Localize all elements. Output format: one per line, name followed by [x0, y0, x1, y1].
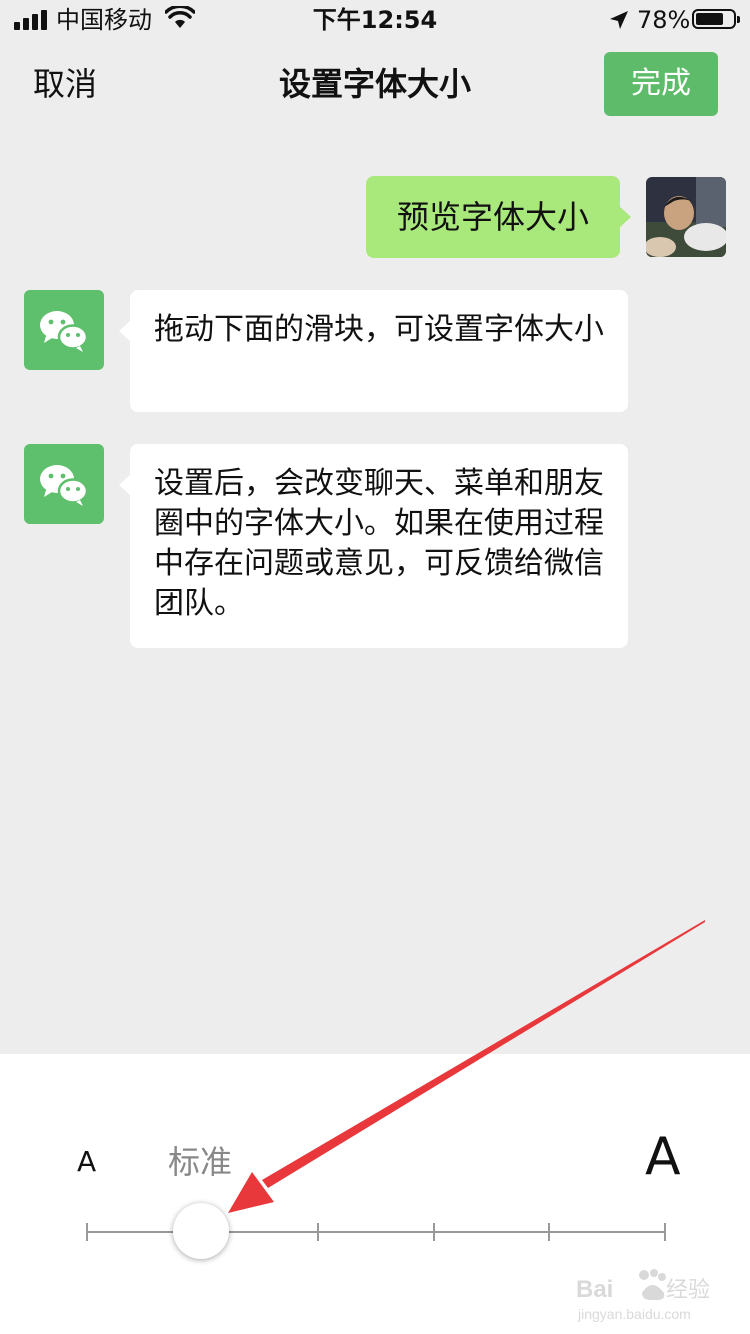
battery-percent: 78%: [637, 6, 691, 34]
done-button[interactable]: 完成: [604, 52, 718, 116]
svg-text:Bai: Bai: [576, 1276, 613, 1303]
location-arrow-icon: [610, 11, 628, 29]
large-font-label: A: [645, 1127, 681, 1187]
slider-tick[interactable]: [433, 1223, 435, 1241]
slider-handle[interactable]: [173, 1203, 229, 1259]
explanation-message-bubble: 设置后，会改变聊天、菜单和朋友圈中的字体大小。如果在使用过程中存在问题或意见，可…: [119, 444, 628, 648]
explanation-message-text: 设置后，会改变聊天、菜单和朋友圈中的字体大小。如果在使用过程中存在问题或意见，可…: [154, 466, 604, 621]
current-size-label: 标准: [168, 1143, 233, 1181]
slider-tick[interactable]: [664, 1223, 666, 1241]
instruction-message-text: 拖动下面的滑块，可设置字体大小: [154, 312, 604, 347]
preview-message-bubble: 预览字体大小: [366, 176, 631, 258]
status-bar: 中国移动 下午12:54 78%: [0, 0, 750, 42]
wechat-avatar: [24, 290, 104, 370]
baidu-watermark-logo: Bai 经验 jingyan.baidu.com: [576, 1269, 710, 1322]
preview-message-text: 预览字体大小: [396, 198, 589, 236]
slider-tick[interactable]: [317, 1223, 319, 1241]
slider-tick[interactable]: [86, 1223, 88, 1241]
battery-icon: [692, 9, 740, 29]
avatar: [646, 177, 726, 257]
wechat-logo-icon: [40, 465, 89, 506]
slider-tick[interactable]: [548, 1223, 550, 1241]
instruction-message-bubble: 拖动下面的滑块，可设置字体大小: [119, 290, 628, 412]
small-font-label: A: [77, 1145, 97, 1178]
wechat-logo-icon: [40, 311, 89, 352]
svg-text:经验: 经验: [666, 1278, 710, 1303]
wechat-avatar: [24, 444, 104, 524]
svg-text:jingyan.baidu.com: jingyan.baidu.com: [577, 1306, 691, 1322]
